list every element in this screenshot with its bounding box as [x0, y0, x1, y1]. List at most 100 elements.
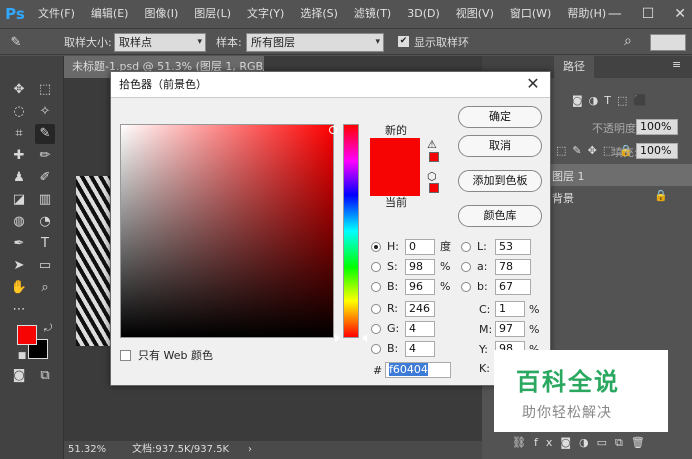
hex-field[interactable]: f60404 [385, 362, 451, 378]
hue-slider[interactable] [343, 124, 359, 338]
radio-r[interactable] [371, 304, 381, 314]
out-of-gamut-warning-icon[interactable]: ⚠ [427, 138, 437, 151]
ok-button[interactable]: 确定 [458, 106, 542, 128]
hue-slider-left-arrow[interactable] [335, 334, 340, 342]
dodge-tool-icon[interactable]: ◔ [35, 212, 55, 232]
brightness-field[interactable]: 96 [405, 279, 435, 295]
crop-tool-icon[interactable]: ⌗ [9, 124, 29, 144]
hue-slider-right-arrow[interactable] [362, 334, 367, 342]
search-icon[interactable]: ⌕ [624, 33, 632, 49]
c-label: C: [479, 303, 491, 316]
c-field[interactable]: 1 [495, 301, 525, 317]
gamut-color-swatch[interactable] [429, 152, 439, 162]
menu-item-3[interactable]: 图层(L) [186, 0, 239, 28]
m-unit: % [529, 323, 540, 336]
dialog-close-button[interactable]: ✕ [524, 75, 542, 93]
radio-g[interactable] [371, 324, 381, 334]
rectangle-tool-icon[interactable]: ▭ [35, 256, 55, 276]
s-field[interactable]: 98 [405, 259, 435, 275]
menu-item-0[interactable]: 文件(F) [30, 0, 83, 28]
quick-mask-icon[interactable]: ◙ [9, 366, 29, 386]
history-brush-icon[interactable]: ✐ [35, 168, 55, 188]
h-field[interactable]: 0 [405, 239, 435, 255]
sample-select[interactable]: 所有图层 ▾ [246, 33, 384, 52]
eyedropper-preset-icon[interactable]: ✎ [6, 33, 26, 53]
menu-item-2[interactable]: 图像(I) [136, 0, 186, 28]
lasso-tool-icon[interactable]: ◌ [9, 102, 29, 122]
web-safe-cube-icon[interactable]: ⬡ [427, 170, 437, 183]
panel-menu-icon[interactable]: ≡ [672, 58, 681, 71]
hand-tool-icon[interactable]: ✋ [9, 278, 29, 298]
current-color-swatch[interactable] [370, 167, 420, 196]
a-field[interactable]: 78 [495, 259, 531, 275]
radio-b-lab[interactable] [461, 282, 471, 292]
close-window-button[interactable]: ✕ [674, 6, 686, 22]
layer-actions-icons[interactable]: ⛓fx◙◑▭⧉🗑 [512, 436, 653, 450]
sample-size-select[interactable]: 取样点 ▾ [114, 33, 206, 52]
layer-filter-icons[interactable]: ◙◑T⬚⬛ [572, 94, 653, 107]
menu-item-1[interactable]: 编辑(E) [83, 0, 137, 28]
l-field[interactable]: 53 [495, 239, 531, 255]
color-library-button[interactable]: 颜色库 [458, 205, 542, 227]
marquee-tool-icon[interactable]: ⬚ [35, 80, 55, 100]
cancel-button[interactable]: 取消 [458, 135, 542, 157]
brush-tool-icon[interactable]: ✏ [35, 146, 55, 166]
menu-item-8[interactable]: 视图(V) [448, 0, 502, 28]
radio-blue[interactable] [371, 344, 381, 354]
canvas-image[interactable] [76, 176, 112, 346]
foreground-color-swatch[interactable] [17, 325, 37, 345]
websafe-color-swatch[interactable] [429, 183, 439, 193]
photoshop-logo: Ps [5, 5, 25, 23]
menu-item-7[interactable]: 3D(D) [399, 0, 448, 28]
radio-a[interactable] [461, 262, 471, 272]
healing-brush-icon[interactable]: ✚ [9, 146, 29, 166]
menu-item-4[interactable]: 文字(Y) [239, 0, 292, 28]
m-field[interactable]: 97 [495, 321, 525, 337]
pen-tool-icon[interactable]: ✒ [9, 234, 29, 254]
b-lab-label: b: [477, 280, 488, 293]
zoom-level[interactable]: 51.32% [68, 441, 106, 459]
a-label: a: [477, 260, 488, 273]
eyedropper-tool-icon[interactable]: ✎ [35, 124, 55, 144]
color-field-marker[interactable] [329, 126, 337, 134]
radio-s[interactable] [371, 262, 381, 272]
color-field[interactable] [120, 124, 337, 338]
g-field[interactable]: 4 [405, 321, 435, 337]
eraser-tool-icon[interactable]: ◪ [9, 190, 29, 210]
tab-paths[interactable]: 路径 [554, 56, 594, 78]
stamp-tool-icon[interactable]: ♟ [9, 168, 29, 188]
minimize-button[interactable]: — [608, 6, 622, 22]
menu-item-5[interactable]: 选择(S) [292, 0, 346, 28]
screen-mode-icon[interactable]: ⧉ [35, 366, 55, 386]
radio-l[interactable] [461, 242, 471, 252]
path-select-icon[interactable]: ➤ [9, 256, 29, 276]
move-tool-icon[interactable]: ✥ [9, 80, 29, 100]
maximize-button[interactable]: ☐ [642, 6, 655, 22]
add-to-swatches-button[interactable]: 添加到色板 [458, 170, 542, 192]
web-colors-checkbox[interactable] [120, 350, 131, 361]
default-colors-icon[interactable]: ■ [12, 346, 32, 366]
magic-wand-icon[interactable]: ✧ [35, 102, 55, 122]
more-tools-icon[interactable]: ⋯ [9, 300, 29, 320]
r-field[interactable]: 246 [405, 301, 435, 317]
radio-brightness[interactable] [371, 282, 381, 292]
opacity-field[interactable]: 100% [636, 119, 678, 135]
menu-item-6[interactable]: 滤镜(T) [346, 0, 399, 28]
workspace-select[interactable] [650, 34, 686, 51]
menu-bar: Ps 文件(F) 编辑(E) 图像(I) 图层(L) 文字(Y) 选择(S) 滤镜(T) 3D… [0, 0, 692, 28]
menu-item-9[interactable]: 窗口(W) [502, 0, 559, 28]
zoom-tool-icon[interactable]: ⌕ [35, 278, 55, 298]
fill-field[interactable]: 100% [636, 143, 678, 159]
blur-tool-icon[interactable]: ◍ [9, 212, 29, 232]
menu-item-10[interactable]: 帮助(H) [559, 0, 614, 28]
status-arrow-icon[interactable]: › [248, 441, 252, 459]
swap-colors-icon[interactable]: ⤾ [38, 319, 58, 339]
new-color-swatch [370, 138, 420, 167]
sample-size-label: 取样大小: [64, 36, 112, 49]
gradient-tool-icon[interactable]: ▥ [35, 190, 55, 210]
type-tool-icon[interactable]: T [35, 234, 55, 254]
b-lab-field[interactable]: 67 [495, 279, 531, 295]
radio-h[interactable] [371, 242, 381, 252]
blue-field[interactable]: 4 [405, 341, 435, 357]
show-ring-checkbox[interactable]: ✔ [398, 36, 409, 47]
